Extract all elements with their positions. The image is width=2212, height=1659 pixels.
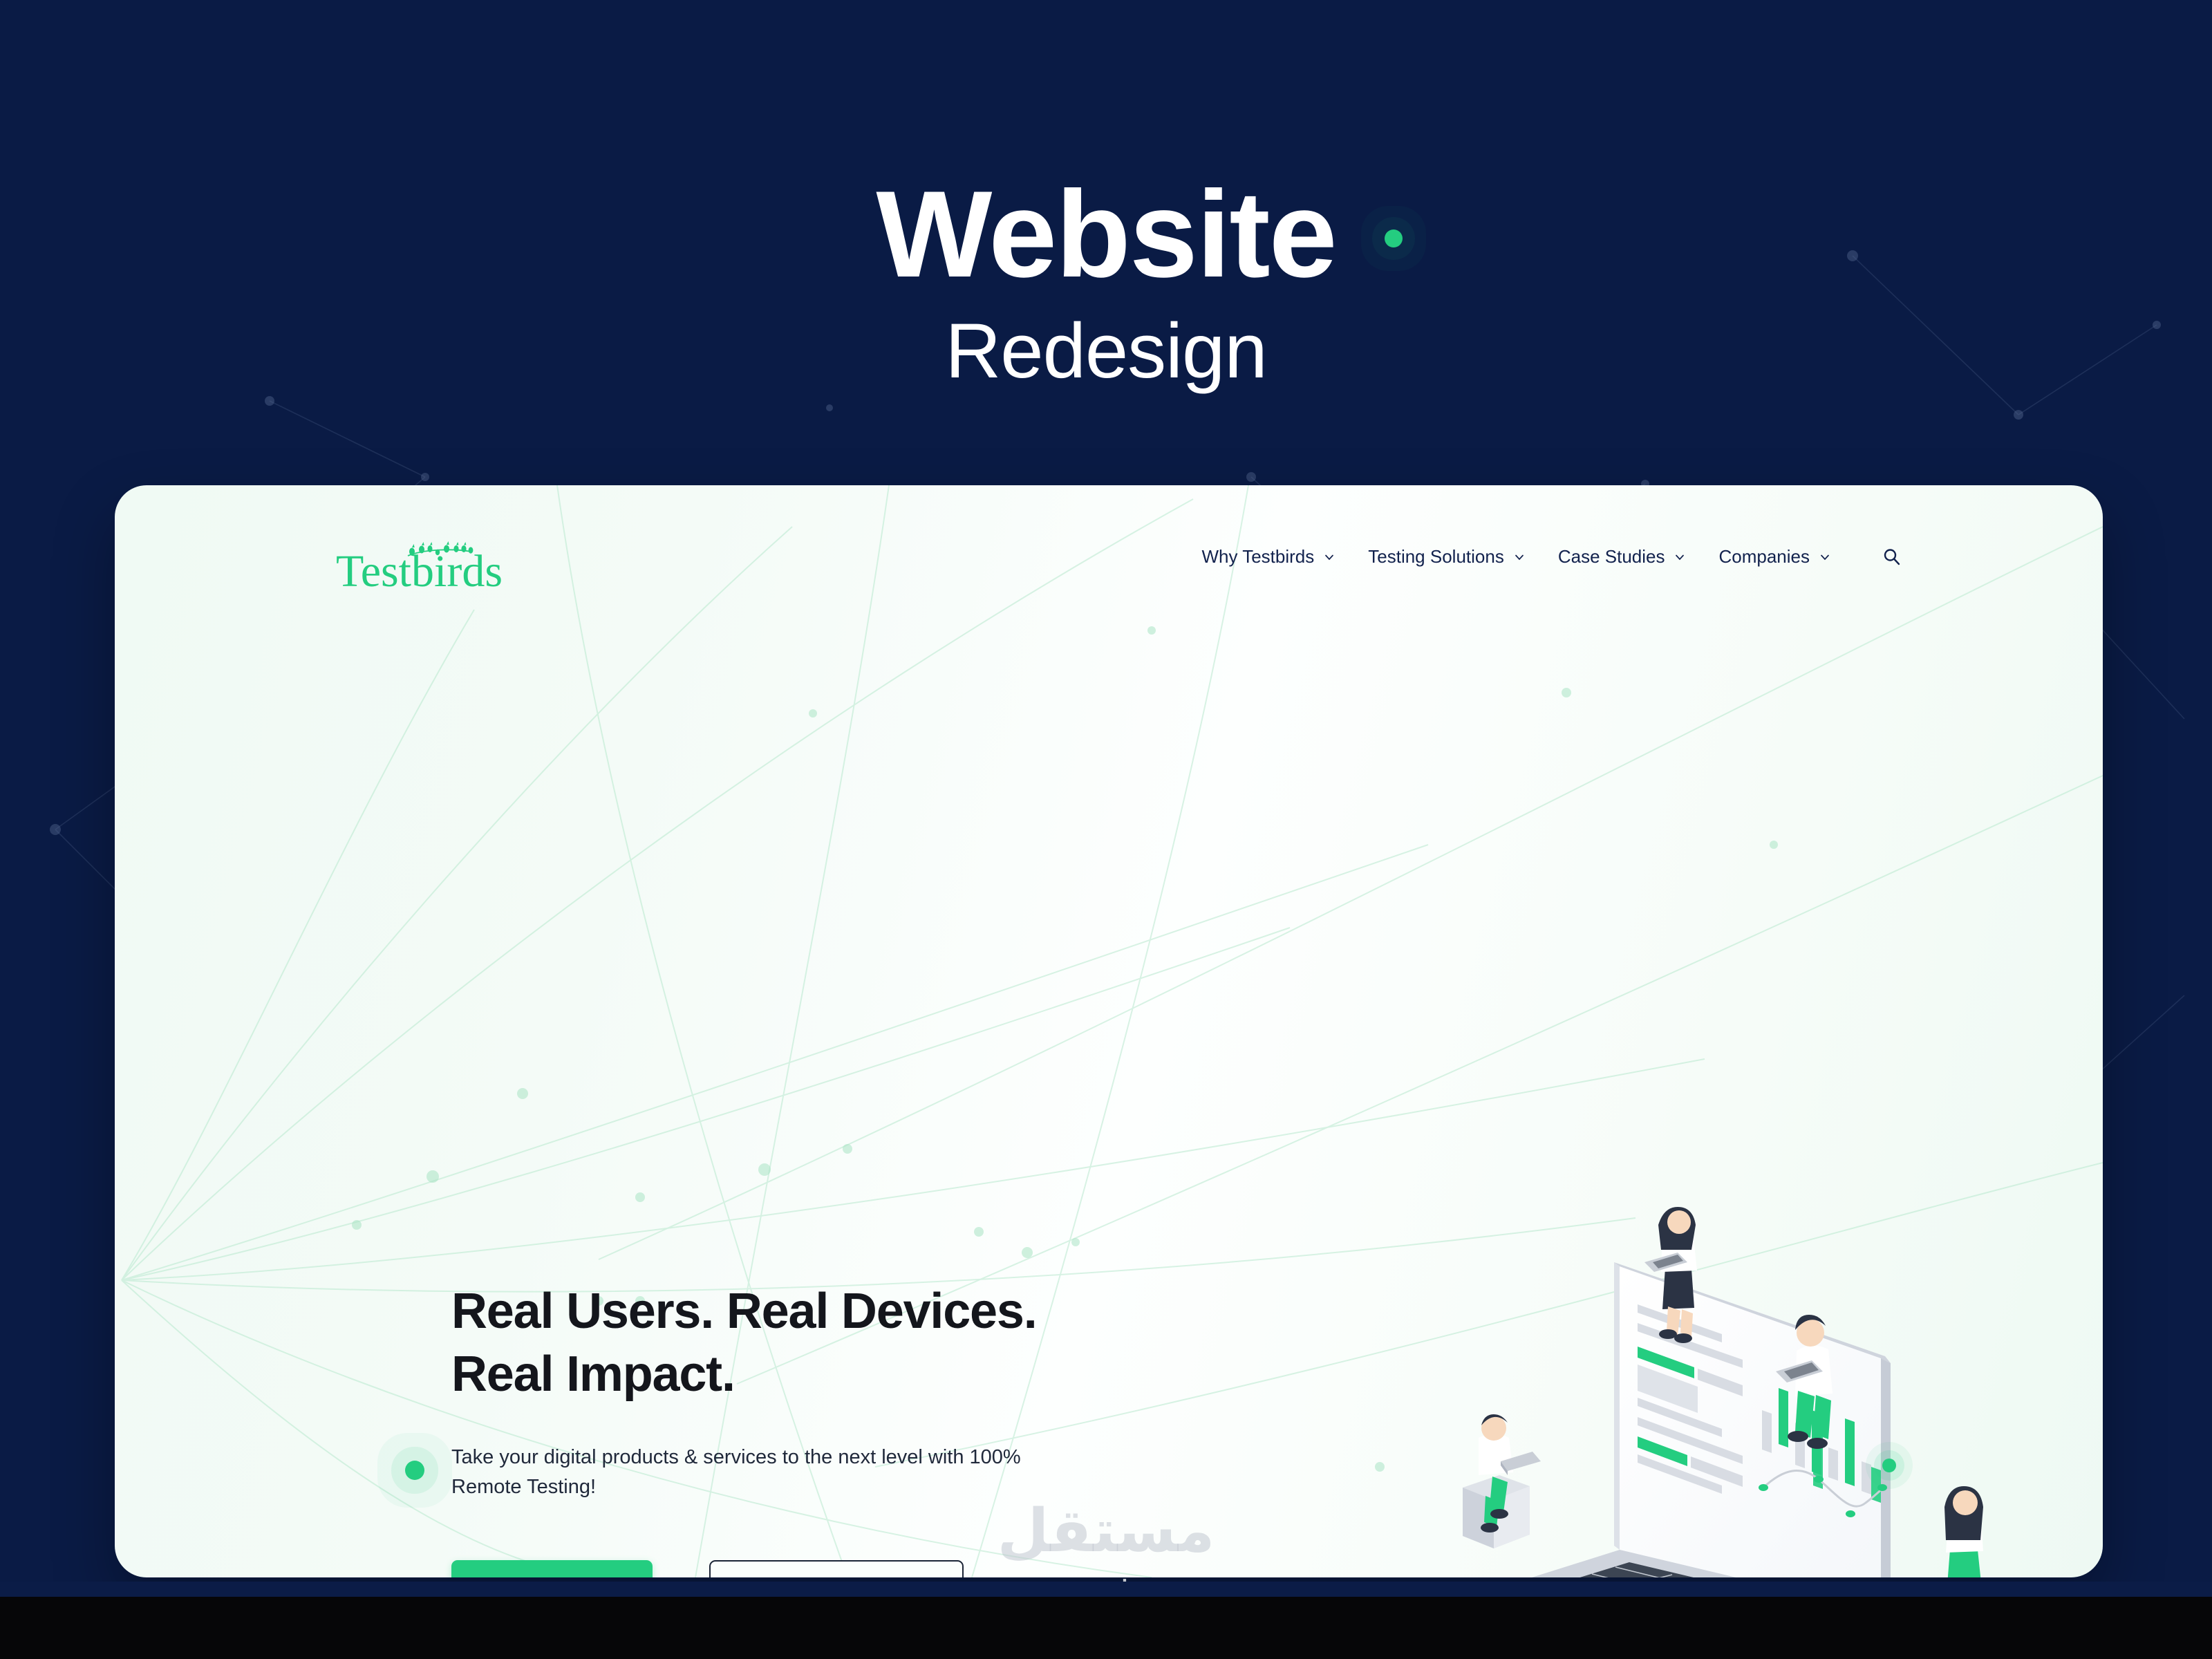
screen-green-node-icon [1866, 1442, 1913, 1489]
chevron-down-icon [1676, 554, 1685, 560]
website-qa-test-button[interactable]: Website QA Test [451, 1560, 653, 1577]
hero-cta-row: Website QA Test Website Usability Test [451, 1560, 1350, 1577]
nav-item-label: Testing Solutions [1368, 546, 1504, 567]
website-usability-test-button[interactable]: Website Usability Test [709, 1560, 964, 1577]
chevron-down-icon [1821, 554, 1829, 560]
nav-item-companies[interactable]: Companies [1718, 546, 1830, 568]
nav-item-label: Companies [1718, 546, 1810, 567]
nav-item-why-testbirds[interactable]: Why Testbirds [1201, 546, 1335, 568]
hero-section: Real Users. Real Devices. Real Impact. T… [451, 1280, 1350, 1577]
isometric-laptop-team-illustration [1463, 1207, 1983, 1577]
chevron-down-icon [1515, 554, 1524, 560]
website-mockup-card: Testbirds Why Testbirds Testing Solution… [115, 485, 2103, 1577]
search-button[interactable] [1882, 547, 1902, 568]
nav-item-case-studies[interactable]: Case Studies [1558, 546, 1686, 568]
laptop-screen [1614, 1262, 1891, 1577]
hero-subtext: Take your digital products & services to… [451, 1446, 1021, 1499]
nav-item-testing-solutions[interactable]: Testing Solutions [1368, 546, 1525, 568]
nav-item-label: Case Studies [1557, 546, 1665, 567]
hero-headline: Real Users. Real Devices. Real Impact. [451, 1284, 1038, 1402]
green-node-accent-icon [405, 1461, 424, 1480]
search-icon [1884, 548, 1900, 565]
standing-woman [1944, 1486, 1983, 1577]
nav-item-label: Why Testbirds [1201, 546, 1315, 567]
site-header: Testbirds Why Testbirds Testing Solution… [115, 536, 2103, 612]
bottom-navy-band [0, 1582, 2212, 1597]
logo-wordmark: Testbirds [336, 546, 503, 593]
chevron-down-icon [1325, 554, 1334, 560]
testbirds-logo[interactable]: Testbirds [336, 541, 509, 597]
bottom-black-band [0, 1597, 2212, 1659]
main-navigation: Why Testbirds Testing Solutions Case Stu… [1201, 546, 1902, 568]
person-on-pedestal [1463, 1414, 1541, 1548]
